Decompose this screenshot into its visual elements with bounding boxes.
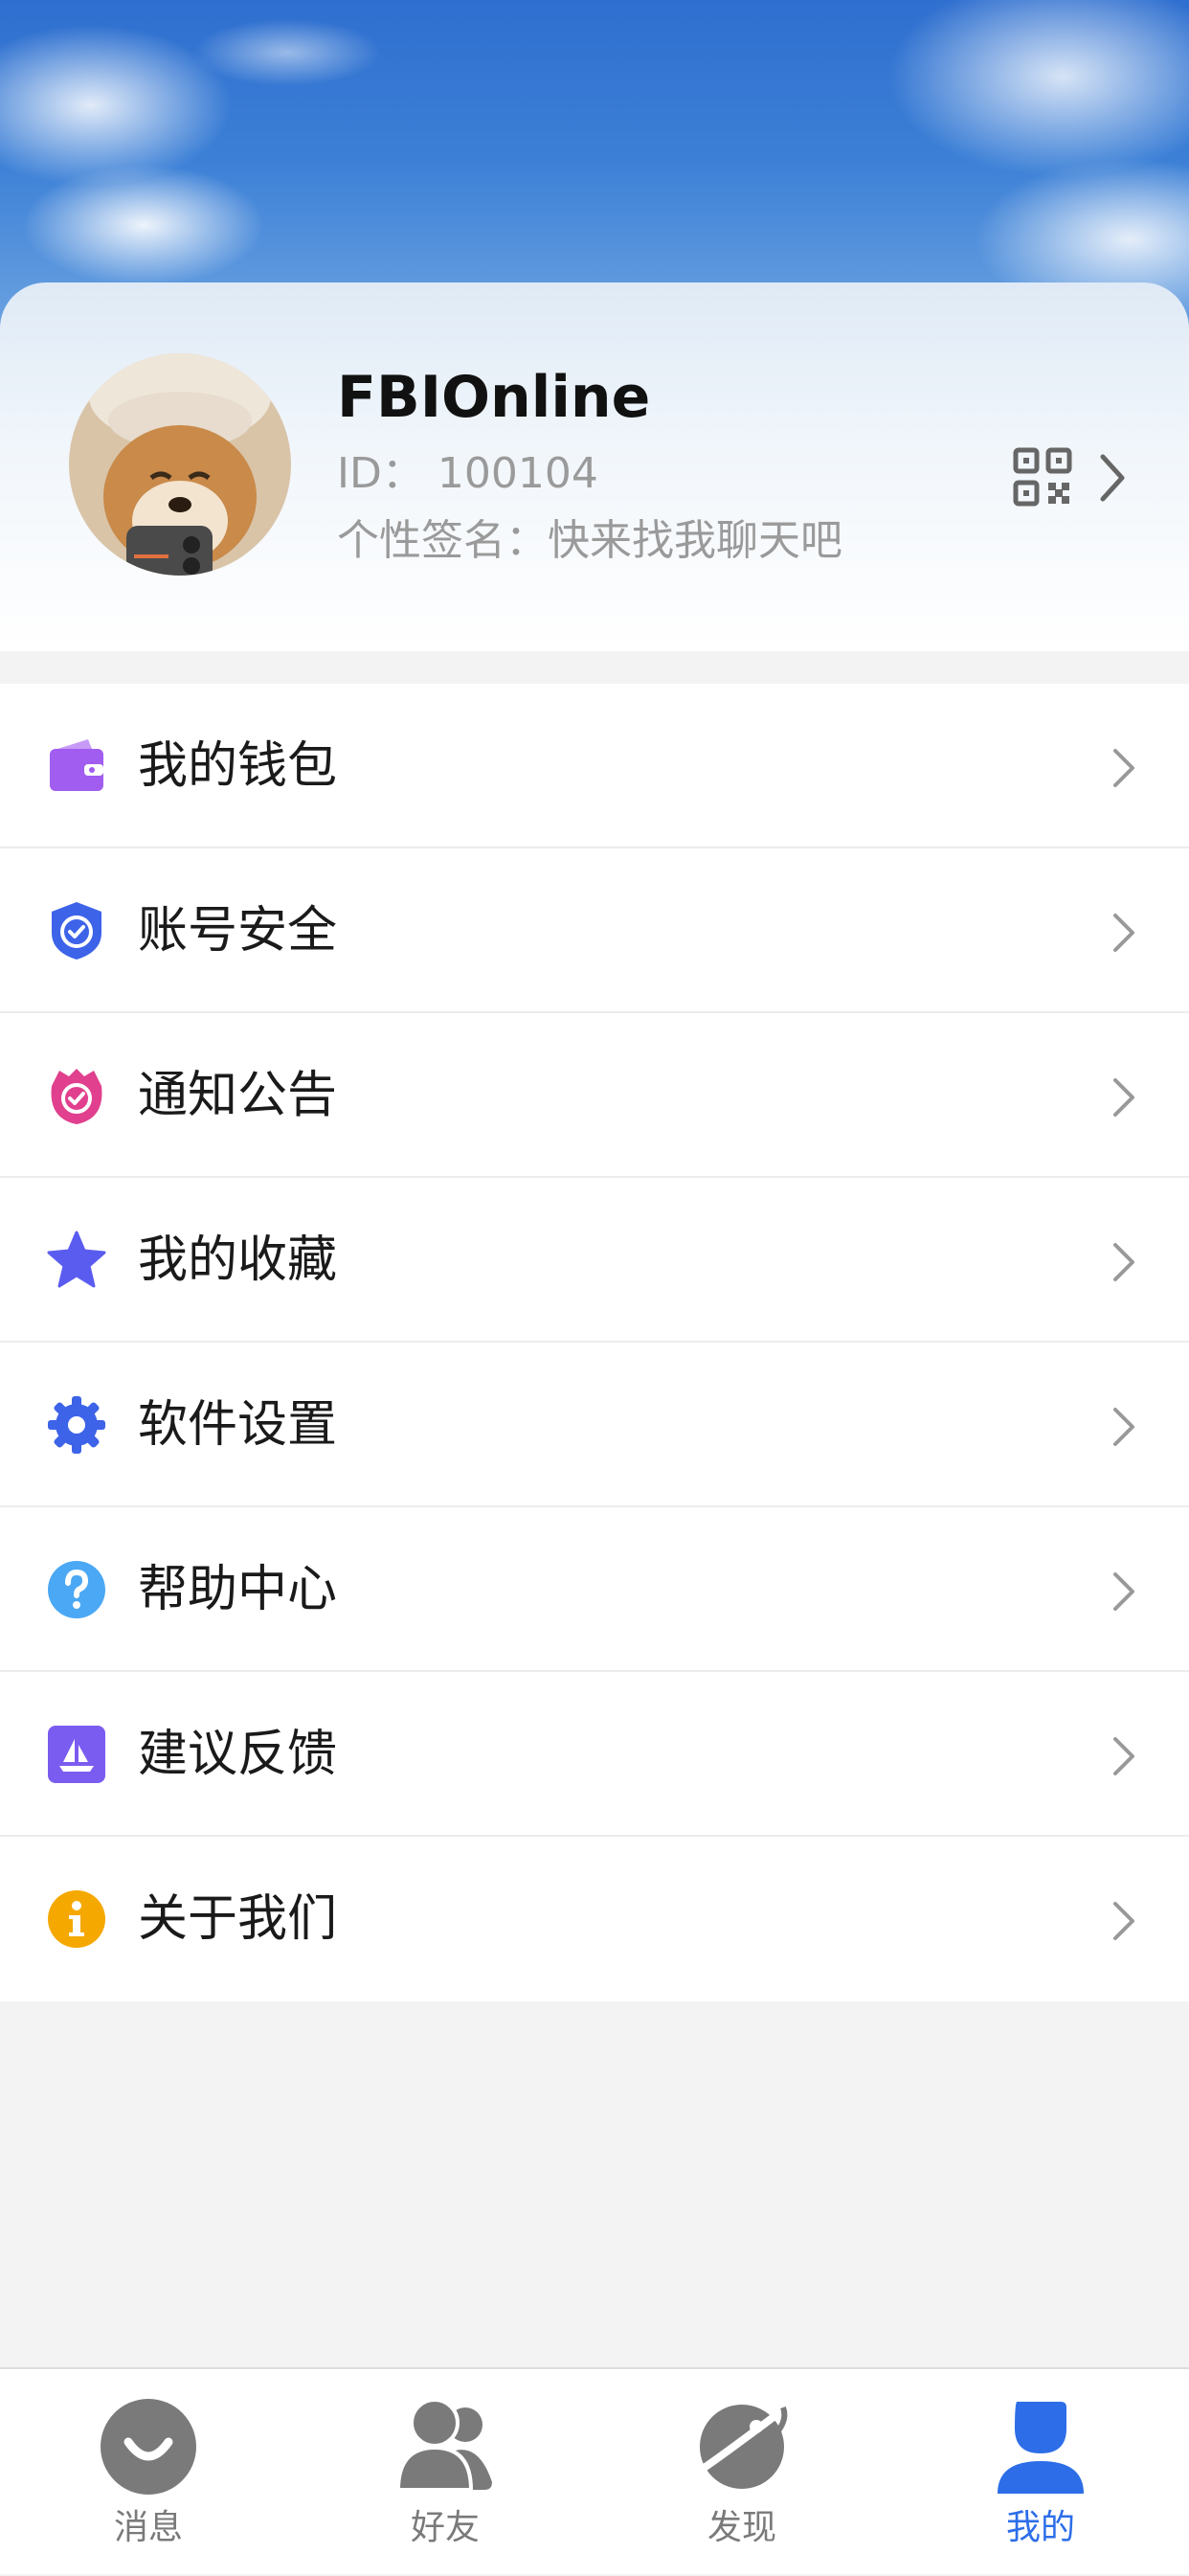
profile-icon — [998, 2402, 1084, 2494]
chevron-right-icon — [1113, 1078, 1134, 1117]
user-id: ID： 100104 — [337, 449, 598, 498]
menu-item-feedback[interactable]: 建议反馈 — [0, 1672, 1189, 1837]
tab-messages[interactable]: 消息 — [0, 2369, 297, 2576]
tab-label: 发现 — [707, 2508, 776, 2547]
menu-item-wallet[interactable]: 我的钱包 — [0, 684, 1189, 848]
menu-label: 账号安全 — [138, 902, 338, 960]
menu-label: 我的收藏 — [138, 1232, 338, 1289]
chevron-right-icon[interactable] — [1097, 453, 1128, 503]
chevron-right-icon — [1113, 1408, 1134, 1446]
tab-label: 我的 — [1005, 2508, 1075, 2547]
menu-label: 通知公告 — [138, 1067, 338, 1124]
gear-icon — [48, 1396, 105, 1454]
friends-icon — [395, 2398, 492, 2492]
tab-label: 好友 — [410, 2508, 480, 2547]
tab-label: 消息 — [113, 2508, 183, 2547]
profile-card[interactable]: FBIOnline ID： 100104 个性签名：快来找我聊天吧 — [0, 282, 1189, 651]
menu-label: 帮助中心 — [138, 1561, 338, 1618]
feedback-icon — [48, 1726, 105, 1783]
nickname: FBIOnline — [337, 364, 651, 431]
star-icon — [47, 1231, 106, 1288]
menu-label: 建议反馈 — [138, 1726, 338, 1783]
menu-item-notice[interactable]: 通知公告 — [0, 1013, 1189, 1178]
chevron-right-icon — [1113, 1243, 1134, 1281]
menu-label: 关于我们 — [138, 1890, 338, 1948]
menu-item-about[interactable]: 关于我们 — [0, 1837, 1189, 2001]
chevron-right-icon — [1113, 914, 1134, 952]
wallet-icon — [50, 739, 103, 791]
message-icon — [101, 2399, 196, 2495]
info-icon — [48, 1890, 105, 1948]
avatar[interactable] — [69, 353, 291, 576]
menu-item-settings[interactable]: 软件设置 — [0, 1343, 1189, 1507]
menu-label: 我的钱包 — [138, 737, 338, 795]
planet-icon — [700, 2405, 788, 2489]
help-icon — [48, 1561, 105, 1618]
tab-friends[interactable]: 好友 — [297, 2369, 594, 2576]
bottom-tab-bar: 消息 好友 发现 我的 — [0, 2367, 1189, 2574]
menu-item-favorites[interactable]: 我的收藏 — [0, 1178, 1189, 1343]
menu-item-help[interactable]: 帮助中心 — [0, 1507, 1189, 1672]
shield-check-icon — [52, 902, 101, 960]
chevron-right-icon — [1113, 749, 1134, 787]
tab-mine[interactable]: 我的 — [892, 2369, 1189, 2576]
chevron-right-icon — [1113, 1572, 1134, 1611]
chevron-right-icon — [1113, 1902, 1134, 1940]
notice-check-icon — [51, 1069, 102, 1124]
tab-discover[interactable]: 发现 — [594, 2369, 890, 2576]
menu-label: 软件设置 — [138, 1396, 338, 1454]
menu-item-account-security[interactable]: 账号安全 — [0, 848, 1189, 1013]
chevron-right-icon — [1113, 1737, 1134, 1775]
qr-code-icon[interactable] — [1013, 447, 1072, 507]
menu-list: 我的钱包 账号安全 通知公告 我的收藏 软件设置 帮助中心 建议反馈 关于我们 — [0, 684, 1189, 2001]
signature: 个性签名：快来找我聊天吧 — [337, 516, 842, 565]
